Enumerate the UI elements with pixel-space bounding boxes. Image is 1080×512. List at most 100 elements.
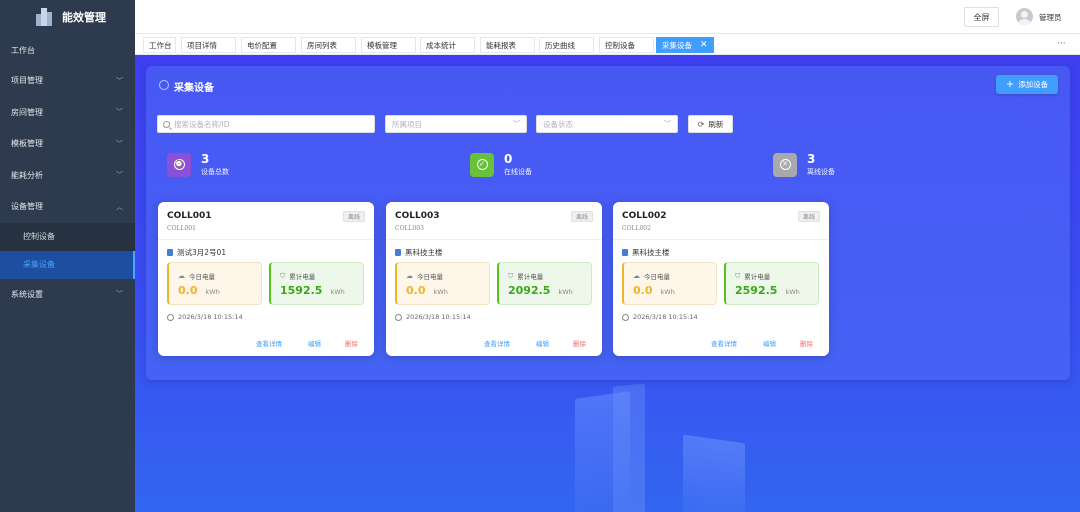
- device-location: 测试3月2号01: [167, 247, 226, 258]
- today-energy: ☁ 今日电量 0.0 kWh: [167, 262, 262, 305]
- metric-value: 0.0 kWh: [178, 284, 220, 297]
- sidebar-item-energy-analysis[interactable]: 能耗分析 ﹀: [0, 160, 135, 192]
- device-card: COLL002 COLL002 离线 黑科技主楼 ☁ 今日电量 0.0 kWh ⛉ 累…: [613, 202, 829, 356]
- metric-label: ☁ 今日电量: [406, 271, 443, 281]
- sidebar-item-label: 项目管理: [11, 76, 43, 86]
- sidebar-item-device-management[interactable]: 设备管理 ︿: [0, 191, 135, 223]
- sidebar-subitem-label: 采集设备: [23, 260, 55, 269]
- sidebar-item-system-settings[interactable]: 系统设置 ﹀: [0, 279, 135, 311]
- tab-price-config[interactable]: 电价配置: [241, 37, 296, 53]
- view-details-link[interactable]: 查看详情: [711, 338, 737, 348]
- metric-unit: kWh: [660, 288, 675, 296]
- delete-link[interactable]: 删除: [345, 338, 358, 348]
- page-title: 采集设备: [174, 83, 214, 94]
- metric-label: ⛉ 累计电量: [508, 271, 544, 282]
- location-text: 测试3月2号01: [177, 248, 227, 257]
- tab-energy-report[interactable]: 能耗报表: [480, 37, 535, 53]
- delete-link[interactable]: 删除: [573, 338, 586, 348]
- metric-unit: kWh: [558, 288, 573, 296]
- search-field[interactable]: [157, 115, 375, 133]
- chevron-down-icon: ﹀: [513, 120, 520, 128]
- username[interactable]: 管理员: [1039, 12, 1062, 23]
- avatar[interactable]: [1016, 8, 1033, 25]
- update-time: 2026/3/18 10:15:14: [395, 313, 471, 321]
- fullscreen-button[interactable]: 全屏: [964, 7, 999, 27]
- device-card: COLL003 COLL003 离线 黑科技主楼 ☁ 今日电量 0.0 kWh ⛉ 累…: [386, 202, 602, 356]
- shield-icon: ⛉: [508, 271, 514, 280]
- total-energy: ⛉ 累计电量 2092.5 kWh: [497, 262, 592, 305]
- device-name: COLL001: [167, 211, 212, 221]
- delete-link[interactable]: 删除: [800, 338, 813, 348]
- sidebar: 能效管理 工作台 项目管理 ﹀ 房间管理 ﹀ 模板管理 ﹀ 能耗分析 ﹀ 设备管…: [0, 0, 135, 512]
- project-select[interactable]: 所属项目 ﹀: [385, 115, 527, 133]
- sidebar-subitem-label: 控制设备: [23, 232, 55, 241]
- sidebar-item-template-management[interactable]: 模板管理 ﹀: [0, 128, 135, 160]
- add-device-button[interactable]: + 添加设备: [996, 75, 1058, 94]
- device-card: COLL001 COLL001 离线 测试3月2号01 ☁ 今日电量 0.0 kWh…: [158, 202, 374, 356]
- close-circle-icon: ✕: [773, 152, 797, 177]
- update-time-text: 2026/3/18 10:15:14: [406, 313, 471, 321]
- device-code: COLL001: [167, 225, 196, 232]
- sidebar-subitem-collection-devices[interactable]: 采集设备: [0, 250, 135, 279]
- sidebar-subitem-control-devices[interactable]: 控制设备: [0, 222, 135, 251]
- chevron-down-icon: ﹀: [664, 120, 671, 128]
- chevron-down-icon: ﹀: [116, 139, 123, 148]
- metric-label: ☁ 今日电量: [633, 271, 670, 281]
- sidebar-item-label: 模板管理: [11, 139, 43, 149]
- tab-workbench[interactable]: 工作台: [143, 37, 176, 53]
- sidebar-item-label: 工作台: [11, 45, 35, 55]
- search-input[interactable]: [174, 119, 364, 129]
- cloud-icon: ☁: [633, 272, 640, 280]
- metric-unit: kWh: [785, 288, 800, 296]
- metric-label: ☁ 今日电量: [178, 271, 215, 281]
- sidebar-item-project-management[interactable]: 项目管理 ﹀: [0, 65, 135, 97]
- refresh-button[interactable]: ⟳ 刷新: [688, 115, 733, 133]
- close-icon[interactable]: ✕: [700, 40, 708, 50]
- building-icon: [622, 249, 628, 256]
- sidebar-item-room-management[interactable]: 房间管理 ﹀: [0, 97, 135, 129]
- metric-unit: kWh: [433, 288, 448, 296]
- search-icon: [163, 120, 170, 128]
- view-details-link[interactable]: 查看详情: [256, 338, 282, 348]
- edit-link[interactable]: 编辑: [536, 338, 549, 348]
- metric-label: ⛉ 累计电量: [280, 271, 315, 282]
- tab-project-details[interactable]: 项目详情: [181, 37, 236, 53]
- tab-cost-statistics[interactable]: 成本统计: [420, 37, 475, 53]
- tab-collection-devices[interactable]: 采集设备 ✕: [656, 37, 714, 53]
- chevron-down-icon: ﹀: [116, 76, 123, 85]
- stat-value: 0: [504, 152, 513, 166]
- chevron-up-icon: ︿: [116, 202, 123, 211]
- chevron-down-icon: ﹀: [116, 171, 123, 180]
- cloud-icon: ☁: [178, 272, 185, 280]
- sidebar-item-workbench[interactable]: 工作台: [0, 35, 135, 65]
- view-details-link[interactable]: 查看详情: [484, 338, 510, 348]
- update-time: 2026/3/18 10:15:14: [622, 313, 698, 321]
- sidebar-item-label: 房间管理: [11, 107, 43, 117]
- metric-label-text: 累计电量: [744, 273, 771, 281]
- edit-link[interactable]: 编辑: [308, 338, 321, 348]
- metric-value: 0.0 kWh: [406, 284, 448, 297]
- tab-room-list[interactable]: 房间列表: [301, 37, 356, 53]
- tab-history-curve[interactable]: 历史曲线: [539, 37, 594, 53]
- stat-offline-devices: ✕ 3 离线设备: [773, 152, 835, 177]
- divider: [613, 239, 829, 240]
- main-content: 采集设备 + 添加设备 所属项目 ﹀ 设备状态 ﹀ ⟳ 刷新 ⌚ 3 设备总数: [135, 55, 1080, 512]
- tab-control-devices[interactable]: 控制设备: [599, 37, 654, 53]
- building-icon: [395, 249, 401, 256]
- edit-link[interactable]: 编辑: [763, 338, 776, 348]
- status-badge: 离线: [342, 211, 365, 222]
- tab-template-management[interactable]: 模板管理: [361, 37, 416, 53]
- device-name: COLL002: [622, 211, 667, 221]
- device-name: COLL003: [395, 211, 440, 221]
- stat-total-devices: ⌚ 3 设备总数: [167, 152, 229, 177]
- metric-unit: kWh: [330, 288, 345, 296]
- device-panel: 采集设备 + 添加设备 所属项目 ﹀ 设备状态 ﹀ ⟳ 刷新 ⌚ 3 设备总数: [146, 66, 1070, 380]
- metric-label-text: 累计电量: [517, 273, 544, 281]
- today-energy: ☁ 今日电量 0.0 kWh: [622, 262, 717, 305]
- metric-value-text: 2092.5: [508, 284, 551, 297]
- update-time-text: 2026/3/18 10:15:14: [178, 313, 243, 321]
- device-location: 黑科技主楼: [395, 247, 443, 258]
- more-icon[interactable]: ···: [1057, 39, 1066, 49]
- top-header: 全屏 管理员: [135, 0, 1080, 34]
- status-select[interactable]: 设备状态 ﹀: [536, 115, 678, 133]
